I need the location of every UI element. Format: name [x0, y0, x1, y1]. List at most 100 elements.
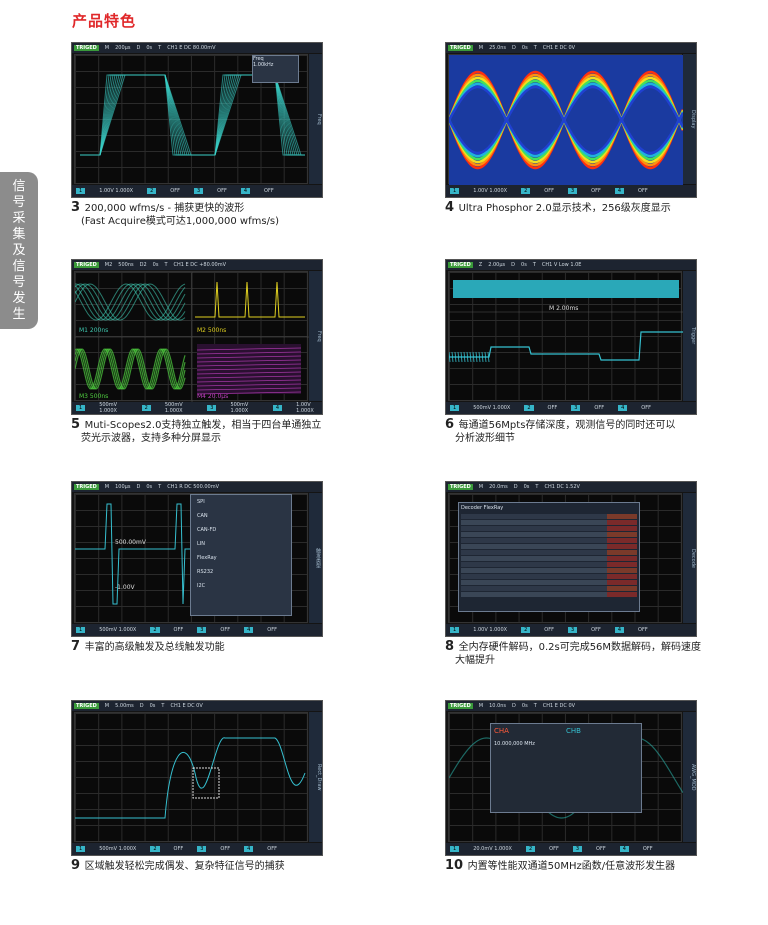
trigger-menu-item[interactable]: SPI: [191, 495, 291, 509]
footer-field[interactable]: 1: [450, 627, 460, 633]
decoder-row[interactable]: [461, 568, 637, 573]
footer-field[interactable]: 4: [618, 405, 628, 411]
footer-field[interactable]: 1.00V 1.000X: [473, 188, 507, 194]
footer-field[interactable]: OFF: [549, 846, 559, 852]
footer-field[interactable]: OFF: [596, 846, 606, 852]
footer-field[interactable]: OFF: [170, 188, 180, 194]
footer-field[interactable]: 2: [521, 188, 531, 194]
footer-field[interactable]: OFF: [638, 188, 648, 194]
trigger-menu-item[interactable]: I2C: [191, 579, 291, 593]
decoder-row[interactable]: [461, 580, 637, 585]
trigger-menu-item[interactable]: CAN-FD: [191, 523, 291, 537]
header-field: M: [478, 703, 484, 709]
side-menu-strip[interactable]: Decode: [683, 493, 696, 623]
freq-panel[interactable]: Freq 1.00kHz: [252, 55, 299, 83]
footer-field[interactable]: 1: [76, 188, 86, 194]
awg-panel[interactable]: CHA CHB 10.000,000 MHz: [490, 723, 642, 813]
decoder-row[interactable]: [461, 526, 637, 531]
waveform-svg: [449, 55, 683, 185]
decoder-row[interactable]: [461, 562, 637, 567]
footer-field[interactable]: 4: [614, 627, 625, 633]
decoder-row[interactable]: [461, 520, 637, 525]
footer-field[interactable]: 3: [207, 405, 217, 411]
footer-field[interactable]: 500mV 1.000X: [230, 402, 258, 414]
footer-field[interactable]: 1: [76, 405, 86, 411]
footer-field[interactable]: OFF: [217, 188, 227, 194]
side-menu-strip[interactable]: Display: [683, 54, 696, 184]
side-menu-strip[interactable]: Freq: [309, 271, 322, 401]
footer-field[interactable]: 1.00V 1.000X: [296, 402, 322, 414]
footer-field[interactable]: OFF: [544, 627, 554, 633]
footer-field[interactable]: 4: [244, 627, 254, 633]
footer-field[interactable]: OFF: [591, 188, 601, 194]
footer-field[interactable]: 2: [150, 627, 160, 633]
footer-field[interactable]: 500mV 1.000X: [165, 402, 193, 414]
decoder-row[interactable]: [461, 550, 637, 555]
trigger-menu-item[interactable]: FlexRay: [191, 551, 291, 565]
footer-field[interactable]: OFF: [174, 846, 184, 852]
footer-field[interactable]: 4: [619, 846, 629, 852]
footer-field[interactable]: 3: [571, 405, 581, 411]
footer-field[interactable]: OFF: [643, 846, 653, 852]
footer-field[interactable]: OFF: [548, 405, 558, 411]
footer-field[interactable]: 3: [572, 846, 583, 852]
footer-field[interactable]: OFF: [267, 627, 277, 633]
decoder-row[interactable]: [461, 574, 637, 579]
footer-field[interactable]: 1: [450, 188, 460, 194]
footer-field[interactable]: 20.0mV 1.000X: [473, 846, 512, 852]
footer-field[interactable]: OFF: [220, 846, 230, 852]
footer-field[interactable]: 2: [141, 405, 151, 411]
side-menu-strip[interactable]: AWG_MOD: [683, 712, 696, 842]
footer-field[interactable]: 2: [524, 405, 534, 411]
footer-field[interactable]: 1: [76, 627, 86, 633]
decoder-row[interactable]: [461, 586, 637, 591]
decoder-row[interactable]: [461, 532, 637, 537]
footer-field[interactable]: 1: [450, 405, 460, 411]
footer-field[interactable]: OFF: [267, 846, 277, 852]
decoder-row[interactable]: [461, 538, 637, 543]
footer-field[interactable]: OFF: [220, 627, 230, 633]
footer-field[interactable]: 4: [240, 188, 251, 194]
footer-field[interactable]: 4: [272, 405, 283, 411]
footer-field[interactable]: 500mV 1.000X: [99, 402, 127, 414]
trigger-menu-item[interactable]: RS232: [191, 565, 291, 579]
footer-field[interactable]: 2: [150, 846, 160, 852]
footer-field[interactable]: 3: [567, 627, 578, 633]
footer-field[interactable]: 1: [450, 846, 460, 852]
footer-field[interactable]: OFF: [591, 627, 601, 633]
footer-field[interactable]: 500mV 1.000X: [99, 627, 136, 633]
footer-field[interactable]: 2: [147, 188, 157, 194]
decoder-row[interactable]: [461, 544, 637, 549]
side-menu-strip[interactable]: Freq: [309, 54, 322, 184]
caption-line1: 200,000 wfms/s - 捕获更快的波形: [84, 203, 245, 214]
footer-field[interactable]: 2: [525, 846, 536, 852]
footer-field[interactable]: 500mV 1.000X: [99, 846, 136, 852]
footer-field[interactable]: 1: [76, 846, 86, 852]
side-menu-strip[interactable]: 触发类型: [309, 493, 322, 623]
decoder-table[interactable]: Decoder FlexRay: [458, 502, 640, 612]
footer-field[interactable]: 1.00V 1.000X: [99, 188, 133, 194]
footer-field[interactable]: 1.00V 1.000X: [473, 627, 507, 633]
footer-field[interactable]: OFF: [641, 405, 651, 411]
trigger-menu-item[interactable]: CAN: [191, 509, 291, 523]
footer-field[interactable]: OFF: [638, 627, 648, 633]
footer-field[interactable]: OFF: [264, 188, 274, 194]
footer-field[interactable]: OFF: [174, 627, 184, 633]
footer-field[interactable]: 3: [197, 846, 207, 852]
footer-field[interactable]: 3: [197, 627, 207, 633]
footer-field[interactable]: OFF: [544, 188, 554, 194]
trigger-menu-item[interactable]: LIN: [191, 537, 291, 551]
side-menu-strip[interactable]: Trigger: [683, 271, 696, 401]
decoder-row[interactable]: [461, 556, 637, 561]
decoder-row[interactable]: [461, 592, 637, 597]
footer-field[interactable]: 500mV 1.000X: [473, 405, 510, 411]
footer-field[interactable]: 3: [193, 188, 204, 194]
side-menu-strip[interactable]: Rect_Draw: [309, 712, 322, 842]
footer-field[interactable]: 4: [614, 188, 625, 194]
footer-field[interactable]: 2: [521, 627, 531, 633]
footer-field[interactable]: 4: [244, 846, 254, 852]
trigger-menu[interactable]: SPI CAN CAN-FD LIN FlexRay RS232 I2C: [190, 494, 292, 616]
footer-field[interactable]: OFF: [594, 405, 604, 411]
decoder-row[interactable]: [461, 514, 637, 519]
footer-field[interactable]: 3: [567, 188, 578, 194]
